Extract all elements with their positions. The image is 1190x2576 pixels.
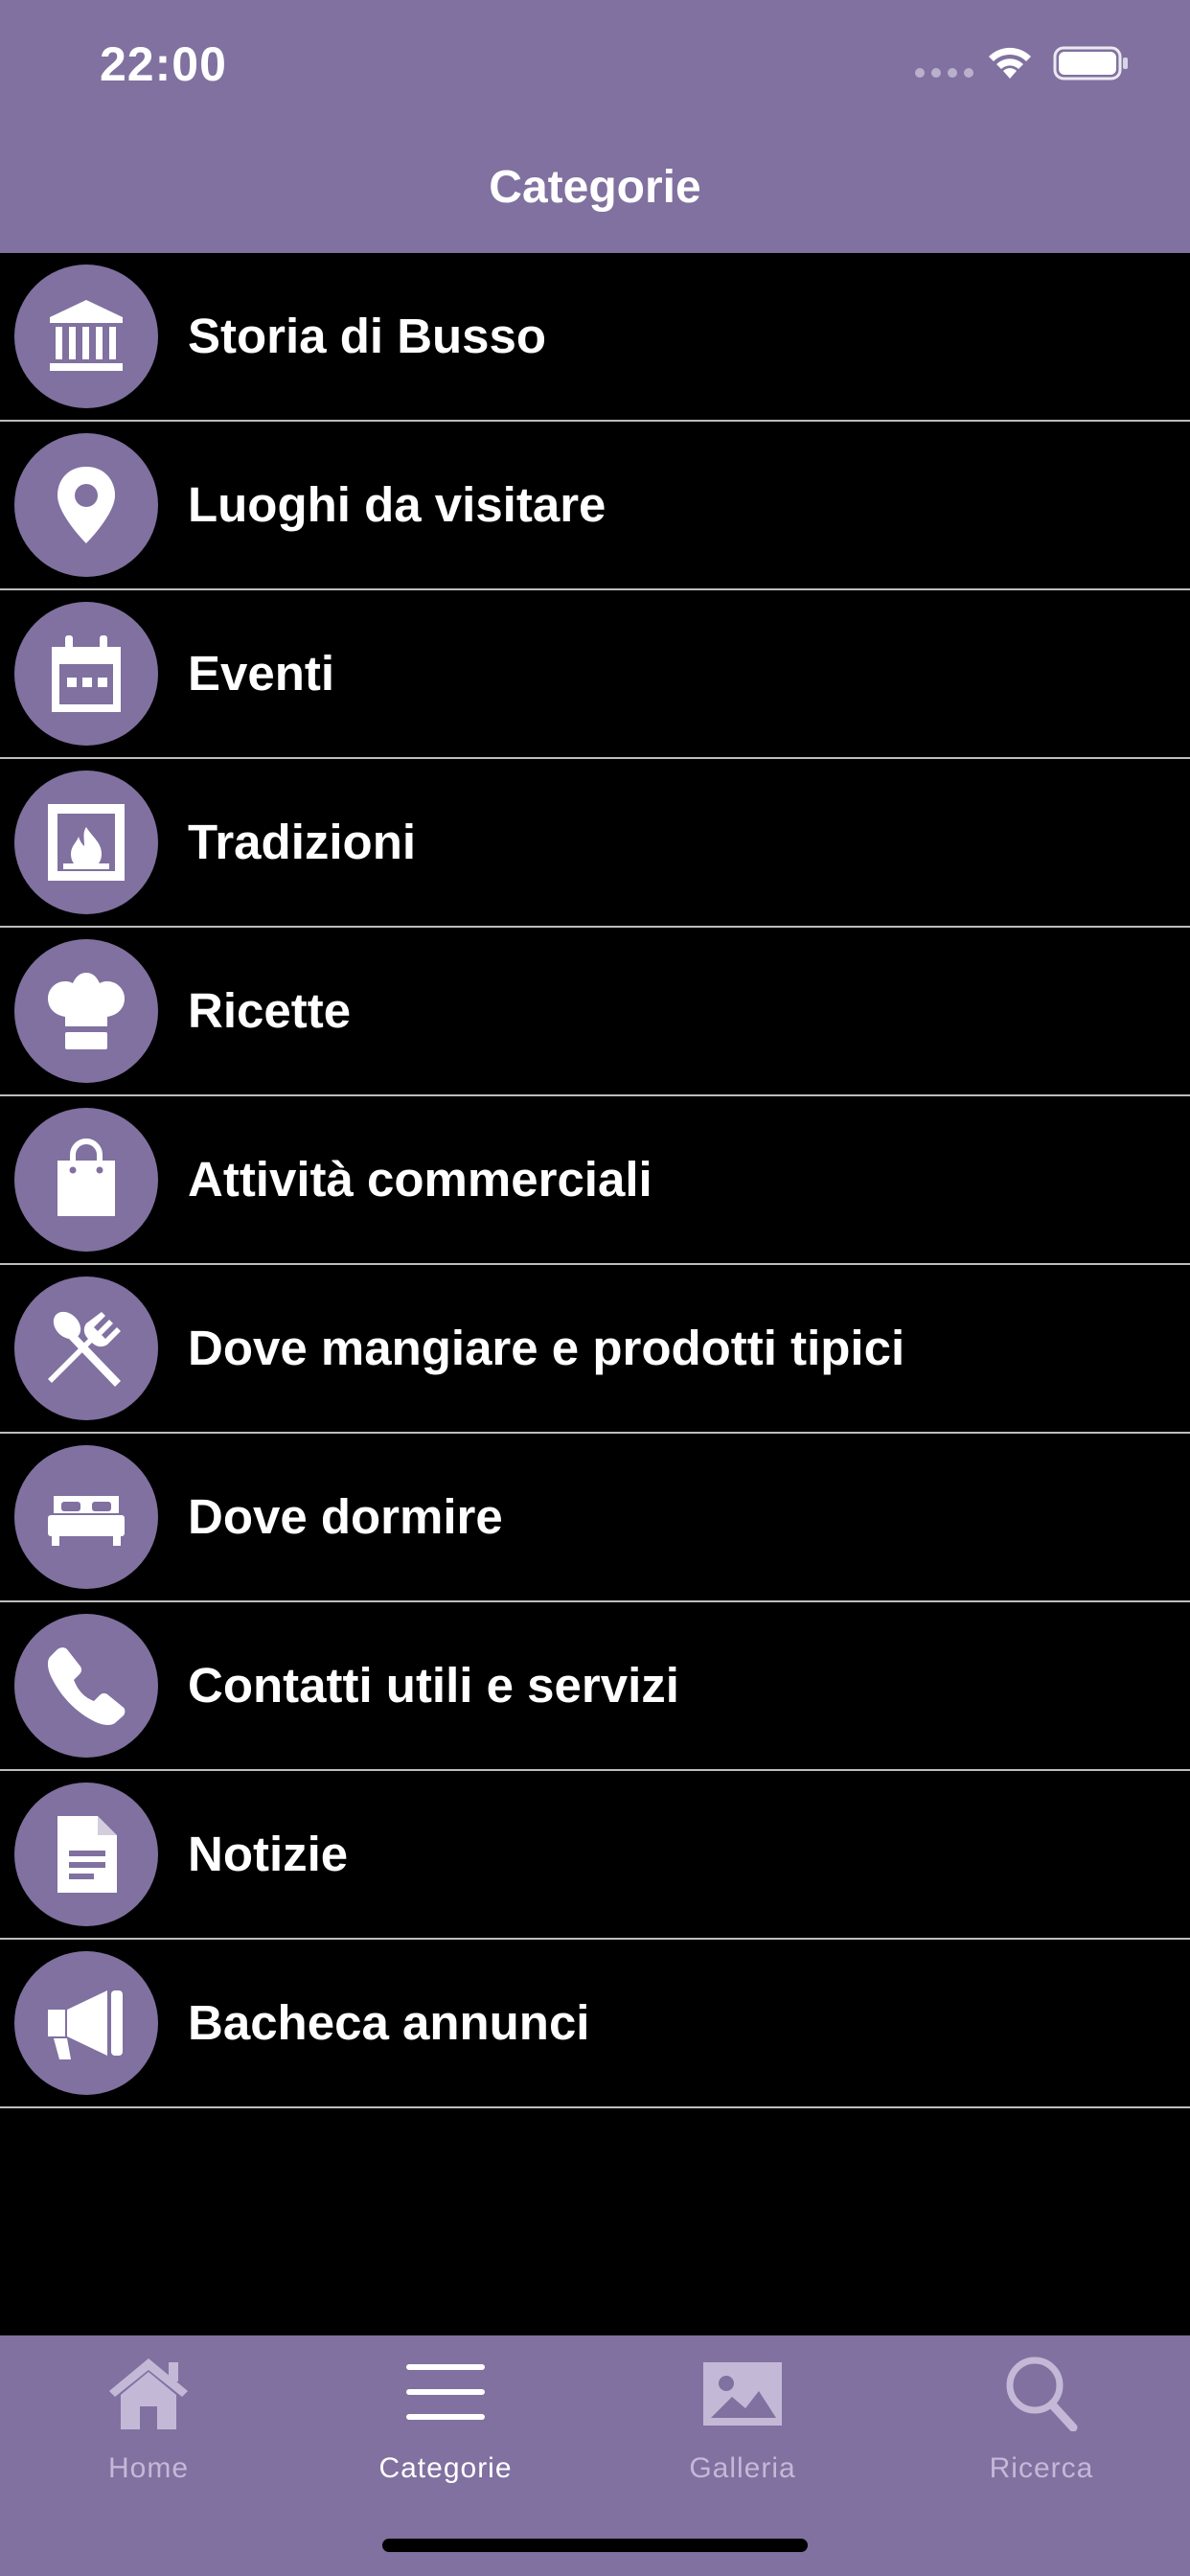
megaphone-icon xyxy=(14,1951,158,2095)
category-row-contatti[interactable]: Contatti utili e servizi xyxy=(0,1602,1190,1771)
category-row-bacheca[interactable]: Bacheca annunci xyxy=(0,1940,1190,2108)
category-label: Storia di Busso xyxy=(188,309,547,363)
category-label: Luoghi da visitare xyxy=(188,477,606,532)
home-indicator xyxy=(382,2539,808,2552)
chef-hat-icon xyxy=(14,939,158,1083)
category-label: Ricette xyxy=(188,983,352,1038)
category-label: Dove dormire xyxy=(188,1489,503,1544)
category-label: Dove mangiare e prodotti tipici xyxy=(188,1321,905,1375)
category-row-storia[interactable]: Storia di Busso xyxy=(0,253,1190,422)
phone-icon xyxy=(14,1614,158,1758)
category-row-mangiare[interactable]: Dove mangiare e prodotti tipici xyxy=(0,1265,1190,1434)
fork-spoon-icon xyxy=(14,1276,158,1420)
category-row-eventi[interactable]: Eventi xyxy=(0,590,1190,759)
tab-galleria[interactable]: Galleria xyxy=(594,2335,891,2508)
category-label: Contatti utili e servizi xyxy=(188,1658,679,1713)
tab-ricerca[interactable]: Ricerca xyxy=(893,2335,1190,2508)
fireplace-icon xyxy=(14,770,158,914)
calendar-icon xyxy=(14,602,158,746)
category-label: Eventi xyxy=(188,646,335,701)
wifi-icon xyxy=(989,47,1031,79)
tab-home[interactable]: Home xyxy=(0,2335,297,2508)
tab-label: Home xyxy=(107,2452,190,2484)
category-row-luoghi[interactable]: Luoghi da visitare xyxy=(0,422,1190,590)
category-row-ricette[interactable]: Ricette xyxy=(0,928,1190,1096)
category-row-attivita[interactable]: Attività commerciali xyxy=(0,1096,1190,1265)
category-label: Notizie xyxy=(188,1827,349,1881)
shopping-bag-icon xyxy=(14,1108,158,1252)
house-icon xyxy=(109,2358,188,2429)
status-time: 22:00 xyxy=(100,37,227,91)
category-row-notizie[interactable]: Notizie xyxy=(0,1771,1190,1940)
category-row-tradizioni[interactable]: Tradizioni xyxy=(0,759,1190,928)
tab-label: Ricerca xyxy=(989,2452,1094,2484)
image-icon xyxy=(703,2362,782,2426)
page-title: Categorie xyxy=(489,162,701,213)
bed-icon xyxy=(14,1445,158,1589)
document-icon xyxy=(14,1782,158,1926)
battery-icon xyxy=(1053,46,1128,80)
category-label: Attività commerciali xyxy=(188,1152,652,1207)
tab-label: Categorie xyxy=(378,2452,513,2484)
category-label: Tradizioni xyxy=(188,815,417,869)
navigation-bar: 22:00 Categorie xyxy=(0,0,1190,253)
category-row-dormire[interactable]: Dove dormire xyxy=(0,1434,1190,1602)
category-list: Storia di Busso Luoghi da visitare Event… xyxy=(0,253,1190,2108)
tab-label: Galleria xyxy=(689,2452,796,2484)
menu-lines-icon xyxy=(406,2364,485,2420)
museum-icon xyxy=(14,264,158,408)
map-pin-icon xyxy=(14,433,158,577)
tab-categorie[interactable]: Categorie xyxy=(297,2335,594,2508)
tab-bar: Home Categorie Galleria Ricerca xyxy=(0,2335,1190,2576)
magnifier-icon xyxy=(1006,2357,1078,2431)
category-label: Bacheca annunci xyxy=(188,1995,590,2050)
cellular-signal-icon xyxy=(915,68,973,78)
